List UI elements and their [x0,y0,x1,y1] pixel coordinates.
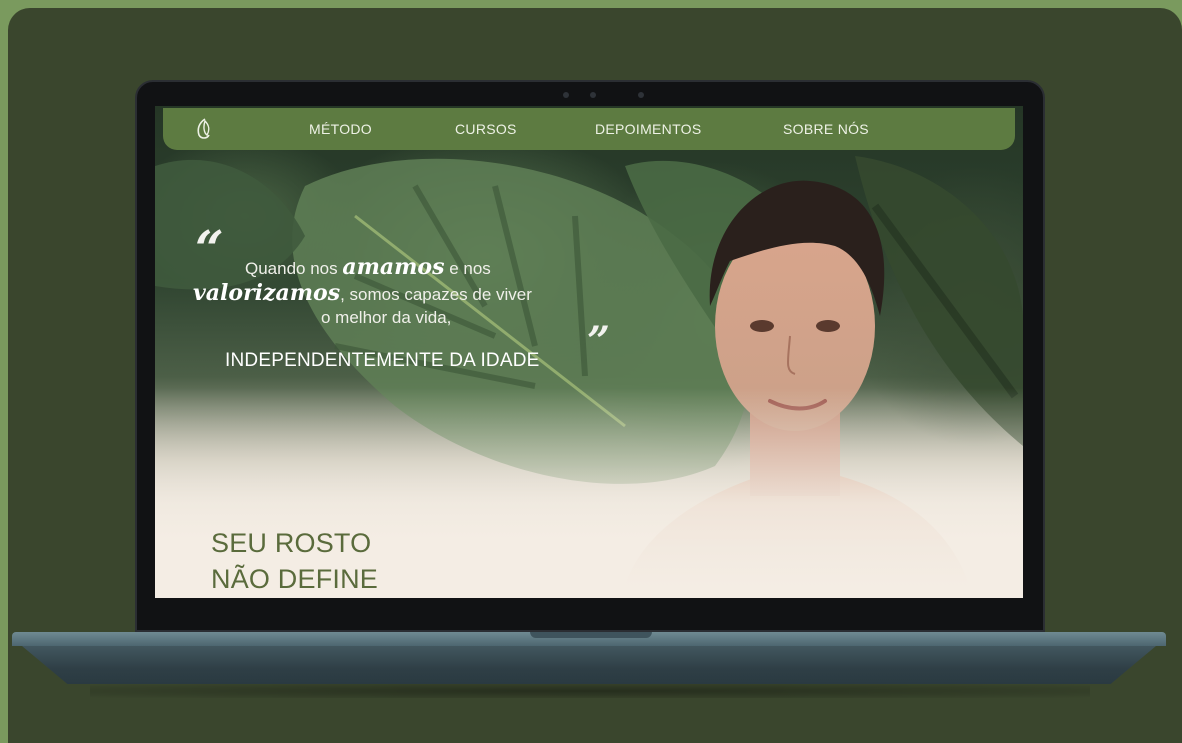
camera-light [638,92,644,98]
nav-depoimentos[interactable]: DEPOIMENTOS [595,121,702,137]
quote-close-mark: ” [587,318,611,365]
nav-metodo[interactable]: MÉTODO [309,121,372,137]
quote-open-mark: “ [195,219,224,278]
face-leaf-logo-icon[interactable] [193,117,217,141]
laptop-shadow [90,684,1090,698]
camera-lens [590,92,596,98]
quote-line-1-pre: Quando nos [245,259,343,278]
quote-line-3: o melhor da vida, [321,308,452,327]
headline-line-2: NÃO DEFINE [211,563,379,594]
quote-emphasis: INDEPENDENTEMENTE DA IDADE [225,350,540,371]
laptop-base [22,646,1156,684]
quote-word-valorizamos: valorizamos [193,280,341,306]
camera-sensor [563,92,569,98]
nav-sobre-nos[interactable]: SOBRE NÓS [783,121,869,137]
quote-line-2-post: , somos capazes de viver [340,285,532,304]
quote-line-1: Quando nos amamos e nos [245,254,491,280]
quote-line-1-post: e nos [444,259,491,278]
quote-word-amamos: amamos [342,254,445,280]
nav-cursos[interactable]: CURSOS [455,121,517,137]
laptop-screen: MÉTODO CURSOS DEPOIMENTOS SOBRE NÓS “ Qu… [155,106,1023,598]
headline-line-1: SEU ROSTO [211,528,372,558]
laptop-hinge-notch [530,632,652,638]
top-nav: MÉTODO CURSOS DEPOIMENTOS SOBRE NÓS [163,108,1015,150]
quote-line-2: valorizamos, somos capazes de viver [193,280,532,306]
hero-headline: SEU ROSTO NÃO DEFINE [211,526,378,597]
